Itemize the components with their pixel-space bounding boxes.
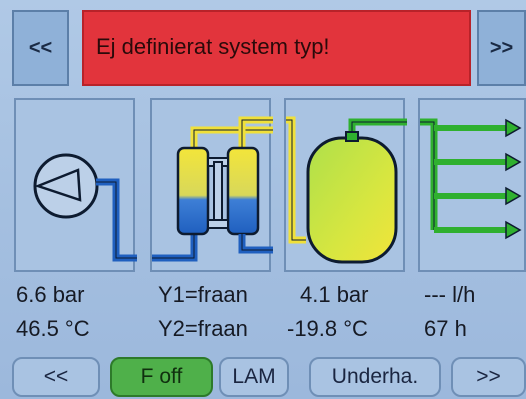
tank-temperature: -19.8 °C: [287, 316, 368, 341]
compressor-temperature: 46.5 °C: [16, 316, 90, 341]
tank-panel[interactable]: [284, 98, 407, 272]
f-off-button[interactable]: F off: [110, 357, 213, 397]
compressor-panel[interactable]: [14, 98, 137, 272]
outlet-panel[interactable]: [418, 98, 526, 272]
flow-rate: --- l/h: [424, 282, 476, 307]
compressor-icon: [33, 153, 137, 262]
running-hours: 67 h: [424, 316, 467, 341]
lam-button[interactable]: LAM: [219, 357, 289, 397]
alarm-banner: Ej definierat system typ!: [82, 10, 471, 86]
footer-next-button[interactable]: >>: [451, 357, 526, 397]
maintenance-button[interactable]: Underha.: [309, 357, 441, 397]
tank-icon: [286, 116, 407, 264]
tank-pressure: 4.1 bar: [300, 282, 369, 307]
footer-prev-button[interactable]: <<: [12, 357, 100, 397]
header-next-button[interactable]: >>: [477, 10, 526, 86]
dryer-y1-status: Y1=fraan: [158, 282, 248, 307]
outlet-manifold-icon: [420, 118, 522, 240]
dryer-y2-status: Y2=fraan: [158, 316, 248, 341]
dryer-panel[interactable]: [150, 98, 273, 272]
compressor-pressure: 6.6 bar: [16, 282, 85, 307]
alarm-message: Ej definierat system typ!: [96, 34, 330, 59]
dryer-icon: [152, 116, 273, 262]
hmi-screen: << Ej definierat system typ! >> 6.6 bar …: [0, 0, 526, 399]
header-prev-button[interactable]: <<: [12, 10, 69, 86]
